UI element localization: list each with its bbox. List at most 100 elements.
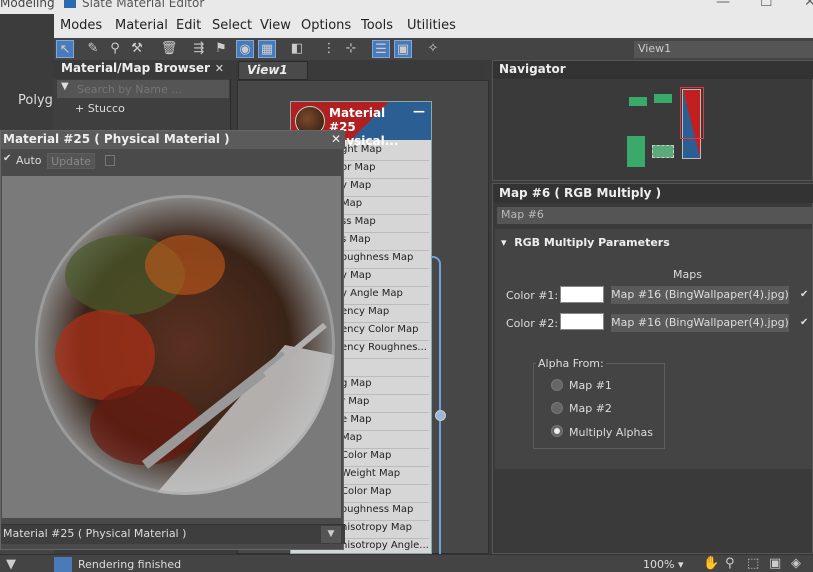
node-slot[interactable]: ency Map	[341, 306, 429, 323]
menu-utilities[interactable]: Utilities	[407, 18, 456, 33]
node-minimize-button[interactable]: —	[413, 104, 425, 118]
zoom-selected-icon[interactable]: ◈	[791, 556, 801, 571]
pin-icon[interactable]	[105, 155, 115, 166]
navigator-viewport-frame[interactable]	[680, 87, 704, 139]
color2-swatch[interactable]	[560, 313, 604, 330]
zoom-extents-icon[interactable]: ▣	[769, 556, 781, 571]
menu-view[interactable]: View	[260, 18, 291, 33]
node-slot[interactable]: Weight Map	[341, 468, 429, 485]
node-slot[interactable]: nisotropy Map	[341, 522, 429, 539]
minimize-button[interactable]: —	[716, 0, 730, 10]
layout-all-icon[interactable]: ⊹	[342, 40, 360, 58]
map-name-field[interactable]: Map #6	[497, 207, 812, 224]
node-slot[interactable]: e Map	[341, 414, 429, 431]
select-tool-icon[interactable]: ↖	[56, 40, 74, 58]
navigator-node	[652, 145, 674, 158]
delete-icon[interactable]: 🗑	[160, 40, 178, 58]
auto-checkbox[interactable]: ✔	[3, 154, 13, 164]
node-slot[interactable]: oughness Map	[341, 504, 429, 521]
pick-material-icon[interactable]: ✎	[84, 40, 102, 58]
node-slot[interactable]	[341, 360, 429, 377]
parameter-editor-icon[interactable]: ▣	[394, 40, 412, 58]
node-slot[interactable]: Map	[341, 198, 429, 215]
preview-render-area	[2, 176, 341, 518]
menu-modes[interactable]: Modes	[60, 18, 102, 33]
put-material-icon[interactable]: ⚲	[106, 40, 124, 58]
node-slot[interactable]: r Map	[341, 396, 429, 413]
zoom-selector[interactable]: 100% ▾	[643, 558, 683, 571]
node-slot[interactable]: Color Map	[341, 486, 429, 503]
material-map-browser-icon[interactable]: ☰	[372, 40, 390, 58]
preview-toolbar: ✔ Auto Update	[1, 151, 345, 171]
rollout-header[interactable]: ▾ RGB Multiply Parameters	[501, 236, 670, 249]
menu-options[interactable]: Options	[301, 18, 351, 33]
menu-material[interactable]: Material	[115, 18, 168, 33]
alpha-map1-radio[interactable]	[551, 379, 563, 391]
preview-close-button[interactable]: ✕	[331, 132, 341, 146]
preview-title: Material #25 ( Physical Material )	[3, 132, 230, 146]
select-by-material-icon[interactable]: ✧	[424, 40, 442, 58]
navigator-panel[interactable]: Navigator	[492, 60, 813, 181]
node-slot[interactable]: ency Roughnes...	[341, 342, 429, 359]
chevron-down-icon[interactable]: ▼	[6, 557, 16, 572]
alpha-map2-radio[interactable]	[551, 402, 563, 414]
preview-footer: Material #25 ( Physical Material ) ▼	[1, 524, 345, 544]
node-slot[interactable]: Map	[341, 432, 429, 449]
assign-material-icon[interactable]: ⚒	[128, 40, 146, 58]
node-slot[interactable]: or Map	[341, 162, 429, 179]
node-wire	[431, 256, 441, 554]
menu-select[interactable]: Select	[212, 18, 252, 33]
node-slot[interactable]: ency Color Map	[341, 324, 429, 341]
color1-swatch[interactable]	[560, 286, 604, 303]
pan-hand-icon[interactable]: ✋	[703, 556, 719, 571]
window-title-bar: Modeling Slate Material Editor — ☐ ✕	[0, 0, 813, 14]
menu-edit[interactable]: Edit	[176, 18, 201, 33]
wire-handle[interactable]	[435, 410, 446, 421]
material-sphere	[35, 195, 335, 495]
show-shaded-icon[interactable]: ◉	[236, 40, 254, 58]
node-slot[interactable]: ght Map	[341, 144, 429, 161]
zoom-icon[interactable]: ⚲	[725, 556, 735, 571]
close-button[interactable]: ✕	[804, 0, 813, 10]
preview-material-select[interactable]: Material #25 ( Physical Material )	[3, 527, 186, 540]
tab-view1[interactable]: View1	[238, 61, 308, 80]
parameter-editor-title: Map #6 ( RGB Multiply )	[493, 184, 813, 203]
show-background-icon[interactable]: ▦	[258, 40, 276, 58]
navigator-node	[629, 97, 647, 106]
node-slot[interactable]: y Angle Map	[341, 288, 429, 305]
map2-checkbox[interactable]: ✔	[800, 317, 808, 328]
move-children-icon[interactable]: ⇶	[190, 40, 208, 58]
alpha-map2-label: Map #2	[569, 402, 612, 415]
search-options-arrow-icon[interactable]: ▼	[61, 81, 69, 92]
browser-close-button[interactable]: ✕	[215, 62, 224, 75]
browser-search-input[interactable]	[77, 81, 227, 97]
zoom-region-icon[interactable]: ⬚	[747, 556, 759, 571]
maximize-button[interactable]: ☐	[760, 0, 773, 10]
node-slot[interactable]: s Map	[341, 234, 429, 251]
menu-tools[interactable]: Tools	[361, 18, 393, 33]
node-slot[interactable]: y Map	[341, 180, 429, 197]
render-status-icon	[54, 557, 72, 572]
host-polygon-label: Polyg	[18, 93, 53, 108]
view-selector-combo[interactable]: View1	[634, 41, 813, 58]
layout-children-icon[interactable]: ⋮	[320, 40, 338, 58]
map2-button[interactable]: Map #16 (BingWallpaper(4).jpg)	[611, 314, 789, 332]
browser-search-row: ▼	[57, 80, 229, 98]
node-slot[interactable]: ss Map	[341, 216, 429, 233]
map1-button[interactable]: Map #16 (BingWallpaper(4).jpg)	[611, 286, 789, 304]
node-slot[interactable]: oughness Map	[341, 252, 429, 269]
update-button[interactable]: Update	[47, 153, 95, 169]
node-slot[interactable]: g Map	[341, 378, 429, 395]
alpha-multiply-radio[interactable]	[551, 425, 563, 437]
node-slot[interactable]: Color Map	[341, 450, 429, 467]
map1-checkbox[interactable]: ✔	[800, 289, 808, 300]
layout-icon[interactable]: ◧	[288, 40, 306, 58]
chevron-down-icon[interactable]: ▼	[321, 526, 341, 543]
alpha-map1-label: Map #1	[569, 379, 612, 392]
hide-unused-icon[interactable]: ⚑	[212, 40, 230, 58]
node-slot[interactable]: y Map	[341, 270, 429, 287]
browser-list-item[interactable]: + Stucco	[75, 102, 125, 115]
browser-title: Material/Map Browser	[53, 60, 231, 79]
preview-title-bar[interactable]: Material #25 ( Physical Material ) ✕	[1, 131, 345, 149]
window-title: Slate Material Editor	[82, 0, 205, 10]
